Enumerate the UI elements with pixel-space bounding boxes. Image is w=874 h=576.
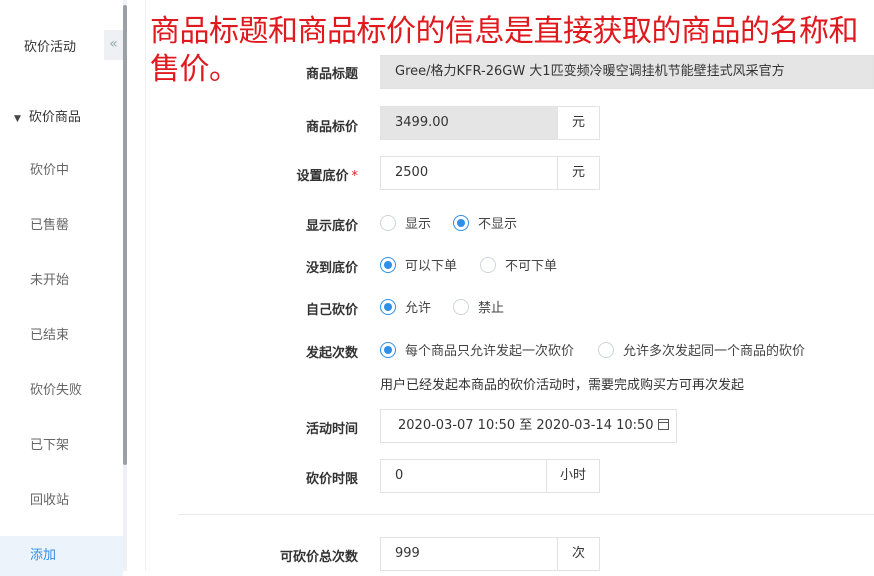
no-floor-option-deny[interactable]: 不可下单 — [480, 255, 557, 274]
sidebar-item-ended[interactable]: 已结束 — [0, 316, 123, 356]
sidebar-title: 砍价活动 — [24, 40, 77, 55]
show-floor-option-show[interactable]: 显示 — [380, 213, 431, 232]
activity-time-value: 2020-03-07 10:50 至 2020-03-14 10:50 — [398, 418, 654, 433]
sidebar-item-failed[interactable]: 砍价失败 — [0, 371, 123, 411]
sidebar-item-offline[interactable]: 已下架 — [0, 426, 123, 466]
radio-allow-label: 允许 — [405, 301, 432, 316]
self-cut-option-forbid[interactable]: 禁止 — [453, 297, 504, 316]
caret-down-icon: ▼ — [14, 114, 21, 124]
radio-show[interactable] — [380, 214, 396, 231]
launch-hint: 用户已经发起本商品的砍价活动时，需要完成购买方可再次发起 — [380, 378, 745, 393]
time-limit-input[interactable]: 0 — [380, 459, 547, 493]
radio-once[interactable] — [380, 341, 396, 358]
radio-hide[interactable] — [453, 214, 469, 231]
time-limit-label: 砍价时限 — [305, 472, 358, 487]
no-floor-option-allow[interactable]: 可以下单 — [380, 255, 457, 274]
radio-cannot-order[interactable] — [480, 256, 496, 273]
radio-once-label: 每个商品只允许发起一次砍价 — [405, 344, 575, 359]
sidebar-item-add[interactable]: 添加 — [0, 536, 123, 576]
sidebar-scrollbar-thumb[interactable] — [123, 5, 127, 465]
show-floor-option-hide[interactable]: 不显示 — [453, 213, 517, 232]
floor-label-text: 设置底价 — [296, 169, 349, 184]
radio-can-order[interactable] — [380, 256, 396, 273]
main-border — [145, 0, 146, 571]
no-floor-label: 没到底价 — [305, 261, 358, 276]
sidebar-group-label: 砍价商品 — [28, 110, 81, 125]
self-cut-option-allow[interactable]: 允许 — [380, 297, 431, 316]
self-cut-label: 自己砍价 — [305, 303, 358, 318]
sidebar-item-not-started[interactable]: 未开始 — [0, 261, 123, 301]
radio-can-order-label: 可以下单 — [405, 259, 458, 274]
radio-multiple[interactable] — [598, 341, 614, 358]
sidebar-item-recycle[interactable]: 回收站 — [0, 481, 123, 521]
show-floor-label: 显示底价 — [305, 219, 358, 234]
total-count-label: 可砍价总次数 — [279, 550, 358, 565]
price-label: 商品标价 — [305, 120, 358, 135]
launch-option-multiple[interactable]: 允许多次发起同一个商品的砍价 — [598, 340, 805, 359]
radio-forbid-label: 禁止 — [478, 301, 505, 316]
radio-hide-label: 不显示 — [478, 217, 518, 232]
radio-cannot-order-label: 不可下单 — [505, 259, 558, 274]
price-field: 3499.00 — [380, 106, 558, 140]
radio-allow[interactable] — [380, 298, 396, 315]
time-limit-unit: 小时 — [546, 459, 600, 493]
total-count-input[interactable]: 999 — [380, 537, 558, 571]
section-divider — [178, 514, 874, 515]
activity-time-range-input[interactable]: 2020-03-07 10:50 至 2020-03-14 10:50 — [380, 409, 677, 443]
sidebar: 砍价活动 « ▼ 砍价商品 砍价中 已售罄 未开始 已结束 砍价失败 已下架 回收… — [0, 0, 124, 576]
title-label: 商品标题 — [305, 67, 358, 82]
collapse-sidebar-icon[interactable]: « — [104, 30, 123, 60]
sidebar-item-ongoing[interactable]: 砍价中 — [0, 151, 123, 191]
title-field: Gree/格力KFR-26GW 大1匹变频冷暖空调挂机节能壁挂式风采官方 — [380, 55, 874, 89]
floor-price-unit: 元 — [557, 156, 600, 190]
required-mark: * — [351, 169, 359, 184]
price-unit: 元 — [557, 106, 600, 140]
radio-show-label: 显示 — [405, 217, 432, 232]
sidebar-group-bargain-goods[interactable]: ▼ 砍价商品 — [14, 106, 81, 125]
total-count-unit: 次 — [557, 537, 600, 571]
floor-label: 设置底价 * — [238, 165, 358, 184]
activity-time-label: 活动时间 — [305, 422, 358, 437]
floor-price-input[interactable]: 2500 — [380, 156, 558, 190]
radio-multiple-label: 允许多次发起同一个商品的砍价 — [623, 344, 806, 359]
radio-forbid[interactable] — [453, 298, 469, 315]
calendar-icon[interactable] — [657, 419, 669, 430]
sidebar-item-sold-out[interactable]: 已售罄 — [0, 206, 123, 246]
launch-option-once[interactable]: 每个商品只允许发起一次砍价 — [380, 340, 574, 359]
launch-count-label: 发起次数 — [305, 346, 358, 361]
